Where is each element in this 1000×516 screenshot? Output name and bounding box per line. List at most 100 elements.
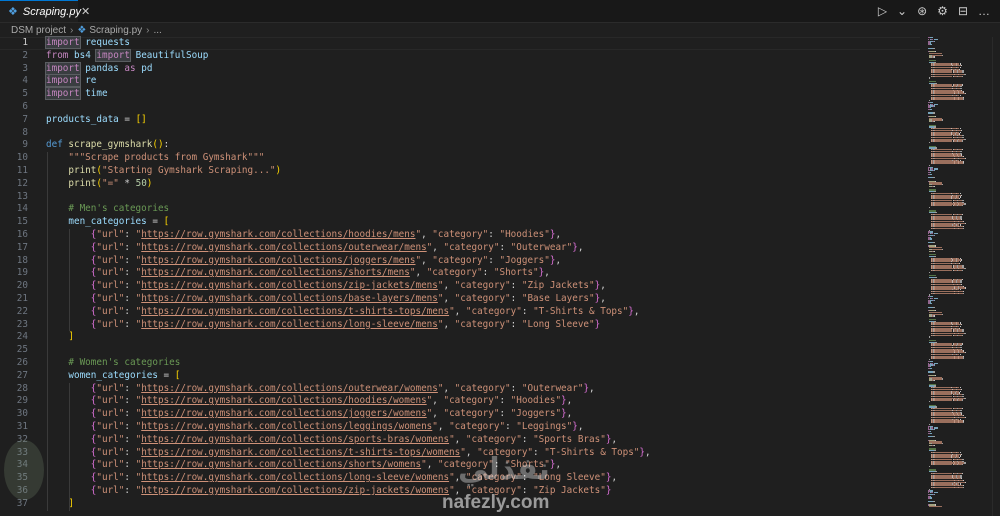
code-line[interactable]: 4 import re (0, 74, 920, 88)
line-number: 11 (16, 165, 28, 176)
code-token: , (443, 318, 455, 330)
code-token: "url" (96, 421, 125, 432)
code-line[interactable]: 18 {"url": "https://row.gymshark.com/col… (0, 255, 920, 268)
code-line[interactable]: 28 {"url": "https://row.gymshark.com/col… (0, 383, 920, 396)
tab-scraping-py[interactable]: ❖ Scraping.py ✕ (0, 0, 90, 22)
copilot-icon[interactable]: ⊛ (917, 4, 927, 18)
code-token: "url" (96, 472, 125, 484)
code-token: import (45, 74, 81, 88)
code-line[interactable]: 25 (0, 344, 920, 357)
code-line[interactable]: 30 {"url": "https://row.gymshark.com/col… (0, 408, 920, 421)
minimap-line (930, 173, 932, 175)
code-token: : (124, 472, 136, 484)
split-editor-icon[interactable]: ⊟ (958, 4, 968, 18)
line-number: 14 (16, 203, 28, 215)
minimap-line (961, 149, 963, 151)
minimap-line (933, 334, 953, 336)
breadcrumb-symbol[interactable]: ... (153, 25, 161, 36)
close-icon[interactable]: ✕ (81, 5, 90, 18)
code-token: "Outerwear" (521, 382, 584, 394)
code-line[interactable]: 20 {"url": "https://row.gymshark.com/col… (0, 280, 920, 293)
breadcrumb-folder[interactable]: DSM project (11, 25, 66, 36)
code-line[interactable]: 29 {"url": "https://row.gymshark.com/col… (0, 395, 920, 408)
code-line[interactable]: 15 men_categories = [ (0, 216, 920, 229)
code-token: "Base Layers" (521, 293, 595, 304)
code-token: , (555, 229, 562, 240)
line-number: 9 (22, 139, 28, 151)
code-line[interactable]: 7 products_data = [] (0, 114, 920, 127)
indent-guide (69, 229, 71, 332)
minimap-line (961, 324, 963, 326)
code-line[interactable]: 32 {"url": "https://row.gymshark.com/col… (0, 434, 920, 447)
code-line[interactable]: 17 {"url": "https://row.gymshark.com/col… (0, 242, 920, 255)
code-token: , (600, 293, 606, 304)
vertical-scrollbar[interactable] (992, 37, 1000, 516)
code-line[interactable]: 5 import time (0, 87, 920, 101)
chevron-down-icon[interactable]: ⌄ (897, 4, 907, 18)
code-token: "Zip Jackets" (521, 280, 595, 292)
minimap-line (965, 287, 967, 289)
code-line[interactable]: 2 from bs4 import BeautifulSoup (0, 48, 920, 63)
code-line[interactable]: 16 {"url": "https://row.gymshark.com/col… (0, 229, 920, 242)
code-token: , (600, 280, 606, 292)
code-line[interactable]: 1 import requests (0, 36, 920, 50)
code-text: from bs4 import BeautifulSoup (46, 48, 208, 63)
code-line[interactable]: 24 ] (0, 331, 920, 344)
code-line[interactable]: 3 import pandas as pd (0, 61, 920, 76)
code-line[interactable]: 19 {"url": "https://row.gymshark.com/col… (0, 267, 920, 280)
code-line[interactable]: 14 # Men's categories (0, 203, 920, 216)
minimap-line (942, 184, 944, 186)
code-token: "url" (96, 459, 125, 471)
more-actions-icon[interactable]: … (978, 4, 990, 18)
code-token: pd (141, 62, 153, 74)
code-text: {"url": "https://row.gymshark.com/collec… (46, 319, 600, 332)
code-line[interactable]: 12 print("=" * 50) (0, 178, 920, 191)
minimap-line (961, 472, 963, 475)
code-token: "Hoodies" (510, 395, 562, 407)
line-number: 12 (16, 177, 28, 189)
code-token: requests (85, 37, 130, 48)
code-line[interactable]: 26 # Women's categories (0, 357, 920, 370)
code-text: {"url": "https://row.gymshark.com/collec… (46, 383, 595, 396)
minimap-line (934, 121, 936, 123)
code-line[interactable]: 6 (0, 101, 920, 114)
code-token: : (510, 382, 522, 394)
code-token: "category" (454, 382, 511, 394)
code-text: """Scrape products from Gymshark""" (46, 152, 264, 165)
code-line[interactable]: 11 print("Starting Gymshark Scraping..."… (0, 165, 920, 178)
minimap-line (933, 422, 954, 424)
gear-icon[interactable]: ⚙ (937, 4, 948, 18)
minimap-line (965, 352, 967, 354)
code-line[interactable]: 8 (0, 127, 920, 140)
code-line[interactable]: 10 """Scrape products from Gymshark""" (0, 152, 920, 165)
code-token: : (510, 293, 522, 304)
minimap[interactable] (928, 37, 990, 516)
code-line[interactable]: 13 (0, 191, 920, 204)
code-editor[interactable]: 1 import requests 2 from bs4 import Beautif… (0, 36, 1000, 516)
code-line[interactable]: 9 def scrape_gymshark(): (0, 139, 920, 152)
code-token: , (421, 229, 433, 240)
code-token: "category" (443, 395, 500, 407)
code-token: = (157, 369, 175, 381)
code-token: , (555, 254, 562, 266)
editor-actions: ▷ ⌄ ⊛ ⚙ ⊟ … (878, 0, 1000, 22)
minimap-line (933, 170, 935, 172)
code-line[interactable]: 27 women_categories = [ (0, 370, 920, 383)
code-line[interactable]: 31 {"url": "https://row.gymshark.com/col… (0, 421, 920, 434)
breadcrumb-file[interactable]: Scraping.py (89, 25, 142, 36)
code-line[interactable]: 23 {"url": "https://row.gymshark.com/col… (0, 319, 920, 332)
run-icon[interactable]: ▷ (878, 4, 887, 18)
code-line[interactable]: 21 {"url": "https://row.gymshark.com/col… (0, 293, 920, 306)
code-line[interactable]: 22 {"url": "https://row.gymshark.com/col… (0, 306, 920, 319)
minimap-line (933, 436, 935, 438)
code-token: : (499, 241, 511, 253)
